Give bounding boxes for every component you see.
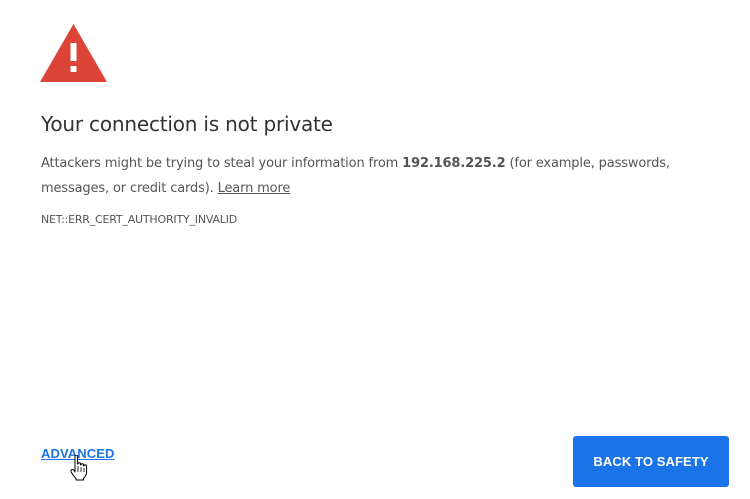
hand-pointer-cursor-icon xyxy=(70,455,88,481)
error-code: NET::ERR_CERT_AUTHORITY_INVALID xyxy=(41,213,238,226)
learn-more-link[interactable]: Learn more xyxy=(218,181,291,196)
message-prefix: Attackers might be trying to steal your … xyxy=(41,156,403,171)
privacy-error-page: Your connection is not private Attackers… xyxy=(0,0,750,499)
host-address: 192.168.225.2 xyxy=(402,156,506,171)
back-to-safety-button[interactable]: BACK TO SAFETY xyxy=(573,436,729,487)
error-message: Attackers might be trying to steal your … xyxy=(41,151,731,201)
warning-triangle-icon xyxy=(40,24,107,82)
page-title: Your connection is not private xyxy=(41,112,333,136)
